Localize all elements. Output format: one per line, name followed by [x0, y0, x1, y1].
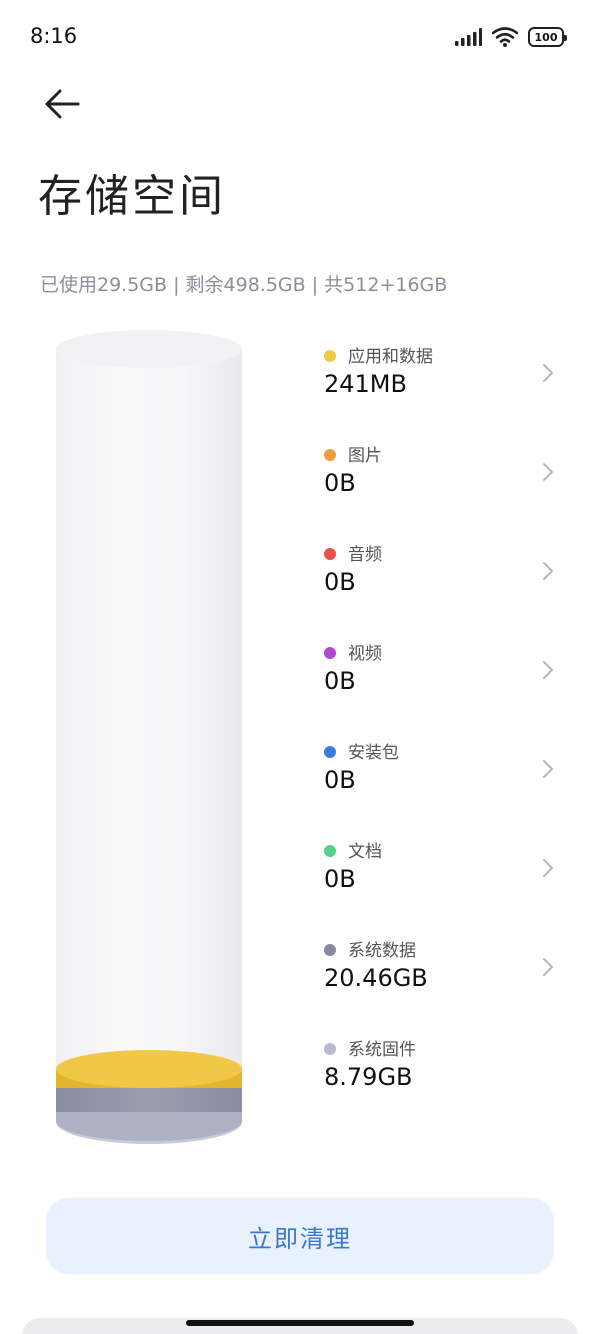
- chevron-right-icon: [543, 958, 553, 976]
- category-label: 视频: [348, 644, 382, 664]
- category-system-data[interactable]: 系统数据 20.46GB: [322, 932, 562, 1031]
- storage-page: 8:16 100 存储空间 已使用29.5GB | 剩余498.5GB | 共5…: [0, 0, 600, 1334]
- back-button[interactable]: [40, 82, 88, 126]
- wifi-icon: [492, 27, 518, 47]
- category-dot: [324, 449, 336, 461]
- category-list: 应用和数据 241MB 图片 0B 音频 0B 视频 0B 安装包 0B 文档 …: [322, 338, 562, 1130]
- category-value: 0B: [324, 667, 356, 695]
- signal-icon: [455, 28, 482, 46]
- storage-cylinder: [56, 330, 242, 1150]
- category-video[interactable]: 视频 0B: [322, 635, 562, 734]
- chevron-right-icon: [543, 760, 553, 778]
- usage-summary: 已使用29.5GB | 剩余498.5GB | 共512+16GB: [40, 274, 448, 296]
- category-dot: [324, 350, 336, 362]
- chevron-right-icon: [543, 661, 553, 679]
- status-time: 8:16: [30, 24, 78, 48]
- category-dot: [324, 944, 336, 956]
- category-label: 系统固件: [348, 1040, 416, 1060]
- chevron-right-icon: [543, 562, 553, 580]
- category-value: 241MB: [324, 370, 407, 398]
- category-label: 文档: [348, 842, 382, 862]
- category-dot: [324, 746, 336, 758]
- chevron-right-icon: [543, 364, 553, 382]
- category-system-firmware: 系统固件 8.79GB: [322, 1031, 562, 1130]
- category-dot: [324, 1043, 336, 1055]
- battery-level: 100: [534, 30, 558, 44]
- battery-icon: 100: [528, 27, 567, 47]
- chevron-right-icon: [543, 463, 553, 481]
- category-dot: [324, 548, 336, 560]
- category-value: 0B: [324, 568, 356, 596]
- category-label: 系统数据: [348, 941, 416, 961]
- home-indicator[interactable]: [186, 1320, 414, 1326]
- category-apps[interactable]: 应用和数据 241MB: [322, 338, 562, 437]
- arrow-left-icon: [45, 89, 80, 119]
- category-value: 8.79GB: [324, 1063, 413, 1091]
- category-label: 应用和数据: [348, 347, 433, 367]
- category-packages[interactable]: 安装包 0B: [322, 734, 562, 833]
- chevron-right-icon: [543, 859, 553, 877]
- clean-now-button[interactable]: 立即清理: [46, 1198, 554, 1274]
- cylinder-body: [56, 348, 242, 1118]
- category-value: 20.46GB: [324, 964, 428, 992]
- category-value: 0B: [324, 766, 356, 794]
- category-images[interactable]: 图片 0B: [322, 437, 562, 536]
- page-title: 存储空间: [38, 171, 226, 222]
- category-label: 安装包: [348, 743, 399, 763]
- category-value: 0B: [324, 865, 356, 893]
- category-dot: [324, 845, 336, 857]
- category-documents[interactable]: 文档 0B: [322, 833, 562, 932]
- cylinder-top: [56, 330, 242, 368]
- status-bar: 8:16 100: [0, 0, 600, 72]
- category-label: 图片: [348, 446, 382, 466]
- segment-apps-top: [56, 1050, 242, 1088]
- category-audio[interactable]: 音频 0B: [322, 536, 562, 635]
- category-label: 音频: [348, 545, 382, 565]
- category-dot: [324, 647, 336, 659]
- category-value: 0B: [324, 469, 356, 497]
- status-icons: 100: [454, 24, 567, 50]
